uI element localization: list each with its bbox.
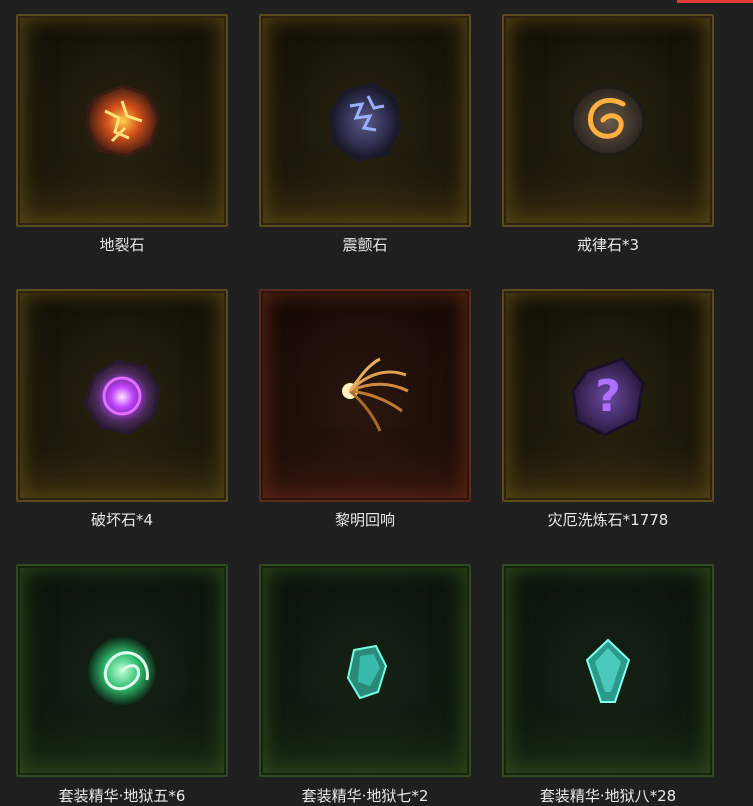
item-label: 黎明回响 bbox=[334, 511, 395, 529]
item-label: 戒律石*3 bbox=[576, 236, 640, 254]
item-frame bbox=[16, 564, 228, 777]
set-essence-vortex-icon bbox=[88, 636, 156, 705]
svg-text:?: ? bbox=[595, 371, 621, 422]
item-frame bbox=[16, 289, 228, 502]
item-cell-discipline-stone[interactable]: 戒律石*3 bbox=[502, 14, 714, 254]
item-cell-set-essence-hell-5[interactable]: 套装精华·地狱五*6 bbox=[16, 564, 228, 805]
tremor-stone-icon bbox=[328, 81, 402, 162]
reward-grid-page: 地裂石 震颤石 戒律石*3 破坏石*4 黎明回响 ? 灾厄洗炼石*1778 套装… bbox=[0, 0, 753, 806]
item-label: 套装精华·地狱五*6 bbox=[58, 787, 186, 805]
set-essence-crystal-icon bbox=[346, 644, 388, 699]
item-frame bbox=[502, 14, 714, 227]
item-label: 地裂石 bbox=[99, 236, 145, 254]
calamity-reforge-stone-icon: ? bbox=[571, 356, 645, 437]
item-frame: ? bbox=[502, 289, 714, 502]
item-frame bbox=[259, 289, 471, 502]
earth-rift-stone-icon bbox=[85, 83, 161, 158]
item-frame bbox=[502, 564, 714, 777]
item-frame bbox=[259, 14, 471, 227]
item-cell-destruction-stone[interactable]: 破坏石*4 bbox=[16, 289, 228, 529]
item-cell-set-essence-hell-7[interactable]: 套装精华·地狱七*2 bbox=[259, 564, 471, 805]
discipline-stone-icon bbox=[570, 85, 646, 156]
item-label: 震颤石 bbox=[342, 236, 388, 254]
item-cell-dawn-echo[interactable]: 黎明回响 bbox=[259, 289, 471, 529]
destruction-stone-icon bbox=[83, 358, 161, 435]
top-accent-bar bbox=[677, 0, 753, 3]
dawn-echo-icon bbox=[342, 357, 409, 432]
item-label: 灾厄洗炼石*1778 bbox=[547, 511, 669, 529]
item-cell-tremor-stone[interactable]: 震颤石 bbox=[259, 14, 471, 254]
item-frame bbox=[16, 14, 228, 227]
item-cell-earth-rift-stone[interactable]: 地裂石 bbox=[16, 14, 228, 254]
item-label: 套装精华·地狱七*2 bbox=[301, 787, 429, 805]
item-label: 破坏石*4 bbox=[90, 511, 154, 529]
item-cell-set-essence-hell-8[interactable]: 套装精华·地狱八*28 bbox=[502, 564, 714, 805]
set-essence-shard-icon bbox=[585, 638, 631, 703]
item-label: 套装精华·地狱八*28 bbox=[539, 787, 677, 805]
item-frame bbox=[259, 564, 471, 777]
item-cell-calamity-reforge-stone[interactable]: ? 灾厄洗炼石*1778 bbox=[502, 289, 714, 529]
